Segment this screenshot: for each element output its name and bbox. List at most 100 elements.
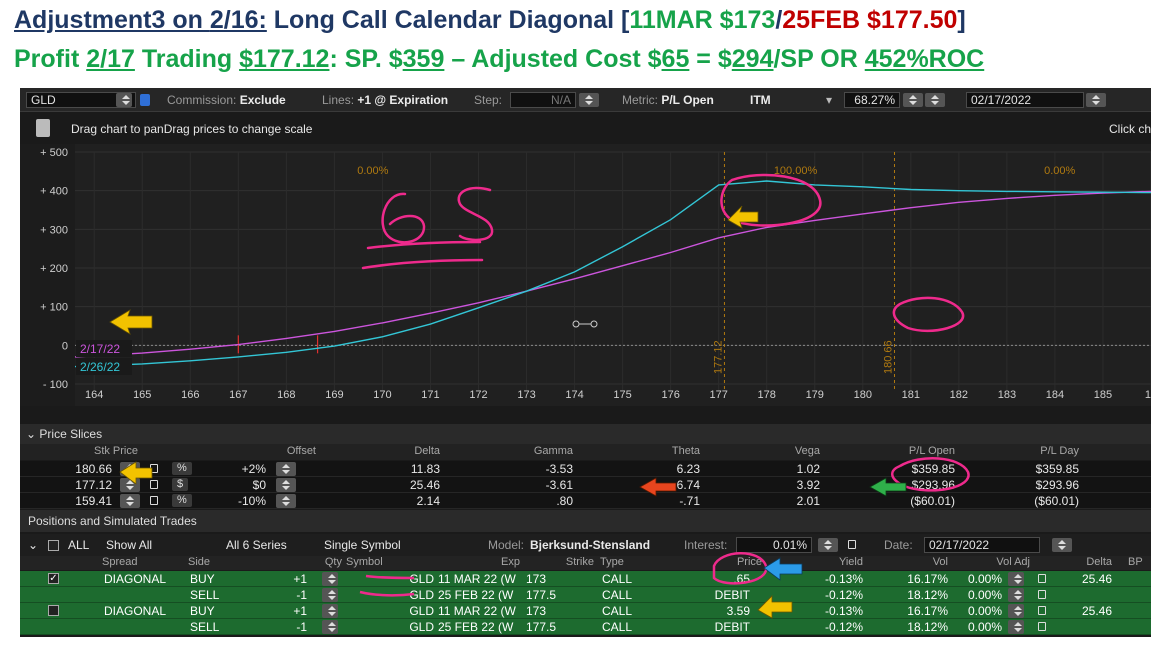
plot-area[interactable] xyxy=(75,144,1151,406)
slice-column-header: Delta xyxy=(414,445,440,457)
positions-date-input[interactable]: 02/17/2022 xyxy=(924,537,1040,553)
position-row[interactable]: SELL -1 GLD 25 FEB 22 (W 177.5 CALL DEBIT -0.12… xyxy=(20,587,1151,603)
qty-stepper[interactable] xyxy=(322,620,338,634)
lock-icon[interactable] xyxy=(150,496,158,505)
row-checkbox[interactable]: ✓ xyxy=(48,573,59,584)
interest-input[interactable]: 0.01% xyxy=(736,537,812,553)
vol-adj-stepper[interactable] xyxy=(1008,620,1024,634)
link-icon[interactable] xyxy=(140,94,150,106)
slice-price[interactable]: 159.41 xyxy=(75,494,112,508)
interest-stepper[interactable] xyxy=(818,538,838,552)
slice-row[interactable]: 177.12 $ $0 25.46 -3.61 6.74 3.92 $293.96 $293.9… xyxy=(20,477,1151,493)
risk-profile-svg[interactable]: + 500 + 400 + 300 + 200 + 100 0 - 100 164 165 166… xyxy=(20,144,1151,406)
model-dropdown[interactable]: Bjerksund-Stensland xyxy=(530,538,650,552)
date-input[interactable]: 02/17/2022 xyxy=(966,92,1084,108)
offset-stepper[interactable] xyxy=(276,478,296,492)
offset-unit-selector[interactable]: $ xyxy=(172,478,189,491)
slice-offset[interactable]: +2% xyxy=(242,462,266,476)
position-spread: DIAGONAL xyxy=(104,572,167,586)
date-stepper[interactable] xyxy=(1086,93,1106,107)
collapse-chevron-icon[interactable]: ⌄ xyxy=(28,538,38,552)
position-qty[interactable]: +1 xyxy=(293,572,307,586)
series-dropdown[interactable]: All 6 Series xyxy=(226,538,287,552)
probability-input[interactable]: 68.27% xyxy=(844,92,900,108)
position-side[interactable]: BUY xyxy=(190,572,215,586)
lines-control[interactable]: Lines: +1 @ Expiration xyxy=(322,93,448,107)
vol-adj-stepper[interactable] xyxy=(1008,572,1024,586)
position-column-header: Price xyxy=(736,556,762,568)
probability-dropdown-icon[interactable] xyxy=(925,93,945,107)
position-qty[interactable]: -1 xyxy=(296,588,307,602)
position-yield: -0.12% xyxy=(824,620,863,634)
position-yield: -0.12% xyxy=(824,588,863,602)
y-tick-label: + 500 xyxy=(40,147,68,159)
lock-icon[interactable] xyxy=(150,480,158,489)
position-side[interactable]: SELL xyxy=(190,620,219,634)
qty-stepper[interactable] xyxy=(322,588,338,602)
positions-header[interactable]: Positions and Simulated Trades xyxy=(20,510,1151,532)
price-slices-header[interactable]: ⌄ Price Slices xyxy=(20,424,1151,444)
symbol-dropdown-icon[interactable] xyxy=(116,93,132,107)
position-row[interactable]: SELL -1 GLD 25 FEB 22 (W 177.5 CALL DEBIT -0.12… xyxy=(20,619,1151,635)
lock-icon[interactable] xyxy=(848,540,856,549)
symbol-value: GLD xyxy=(31,93,56,107)
lock-icon[interactable] xyxy=(1038,574,1046,583)
settings-icon[interactable]: ▾ xyxy=(826,93,832,107)
offset-stepper[interactable] xyxy=(276,462,296,476)
position-qty[interactable]: +1 xyxy=(293,604,307,618)
slice-price[interactable]: 177.12 xyxy=(75,478,112,492)
price-stepper[interactable] xyxy=(120,478,140,492)
slice-price[interactable]: 180.66 xyxy=(75,462,112,476)
lock-icon[interactable] xyxy=(150,464,158,473)
position-vol-adj: 0.00% xyxy=(967,620,1002,634)
collapse-chevron-icon[interactable]: ⌄ xyxy=(26,427,36,441)
position-side[interactable]: BUY xyxy=(190,604,215,618)
step-input[interactable]: N/A xyxy=(510,92,576,108)
x-tick-label: 184 xyxy=(1046,389,1064,401)
position-column-header: Symbol xyxy=(346,556,383,568)
probability-stepper[interactable] xyxy=(903,93,923,107)
step-stepper[interactable] xyxy=(579,93,599,107)
position-yield: -0.13% xyxy=(824,604,863,618)
slice-offset[interactable]: $0 xyxy=(253,478,266,492)
y-tick-label: + 100 xyxy=(40,302,68,314)
position-qty[interactable]: -1 xyxy=(296,620,307,634)
vol-adj-stepper[interactable] xyxy=(1008,588,1024,602)
slice-gamma: -3.61 xyxy=(545,478,573,492)
position-price[interactable]: .65 xyxy=(733,572,750,586)
lock-icon[interactable] xyxy=(1038,622,1046,631)
qty-stepper[interactable] xyxy=(322,572,338,586)
row-checkbox[interactable] xyxy=(48,605,59,616)
offset-stepper[interactable] xyxy=(276,494,296,508)
itm-control[interactable]: ITM xyxy=(750,93,771,107)
position-price[interactable]: 3.59 xyxy=(727,604,750,618)
show-all-dropdown[interactable]: Show All xyxy=(106,538,152,552)
price-stepper[interactable] xyxy=(120,462,140,476)
vol-adj-stepper[interactable] xyxy=(1008,604,1024,618)
position-price[interactable]: DEBIT xyxy=(715,620,750,634)
offset-unit-selector[interactable]: % xyxy=(172,494,192,507)
slice-row[interactable]: 159.41% -10% 2.14 .80 -.71 2.01 ($60.01) ($60.0… xyxy=(20,493,1151,509)
position-price[interactable]: DEBIT xyxy=(715,588,750,602)
position-row[interactable]: ✓ DIAGONAL BUY +1 GLD 11 MAR 22 (W 173 CALL .65 -… xyxy=(20,571,1151,587)
slice-pl-day: ($60.01) xyxy=(1034,494,1079,508)
position-side[interactable]: SELL xyxy=(190,588,219,602)
slice-row[interactable]: 180.66% +2% 11.83 -3.53 6.23 1.02 $359.85 $359.… xyxy=(20,461,1151,477)
commission-value: Exclude xyxy=(239,93,286,107)
positions-date-stepper[interactable] xyxy=(1052,538,1072,552)
select-all-checkbox[interactable] xyxy=(48,540,59,551)
lock-icon[interactable] xyxy=(1038,590,1046,599)
symbol-mode-dropdown[interactable]: Single Symbol xyxy=(324,538,401,552)
positions-table-header: Spread Side Qty Symbol Exp Strike Type Price Yie… xyxy=(20,556,1151,570)
document-icon[interactable] xyxy=(36,119,50,137)
metric-control[interactable]: Metric: P/L Open xyxy=(622,93,714,107)
offset-unit-selector[interactable]: % xyxy=(172,462,192,475)
slide-subtitle: Profit 2/17 Trading $177.12: SP. $359 – … xyxy=(14,45,984,74)
risk-profile-chart[interactable]: + 500 + 400 + 300 + 200 + 100 0 - 100 164 165 166… xyxy=(20,144,1151,406)
slice-offset[interactable]: -10% xyxy=(238,494,266,508)
commission-control[interactable]: Commission: Exclude xyxy=(167,93,286,107)
qty-stepper[interactable] xyxy=(322,604,338,618)
position-row[interactable]: DIAGONAL BUY +1 GLD 11 MAR 22 (W 173 CALL 3.59 -… xyxy=(20,603,1151,619)
price-stepper[interactable] xyxy=(120,494,140,508)
lock-icon[interactable] xyxy=(1038,606,1046,615)
